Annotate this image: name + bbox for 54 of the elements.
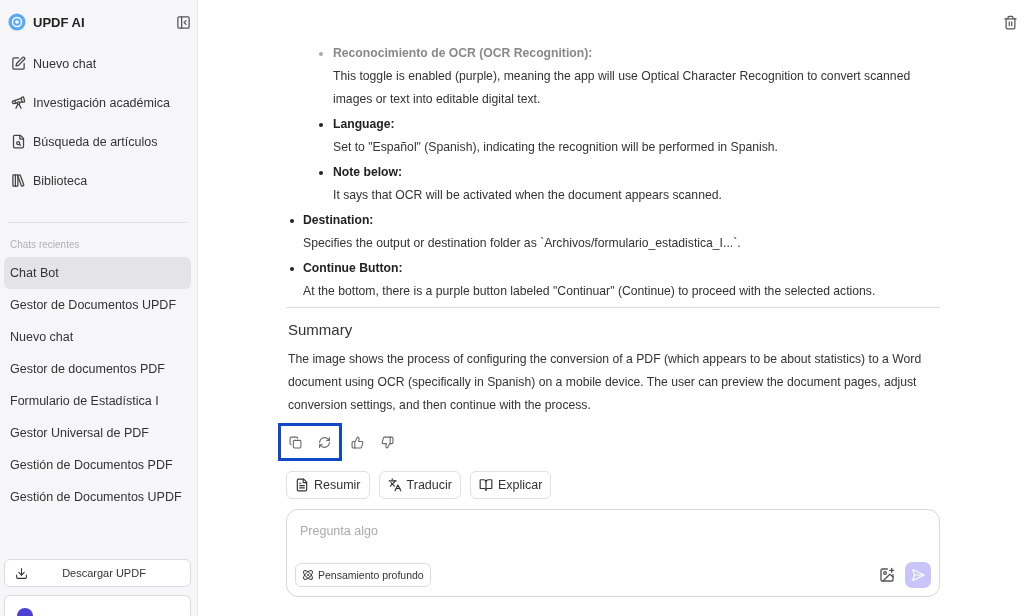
translate-icon <box>387 478 402 492</box>
chat-item[interactable]: Nuevo chat <box>4 321 191 353</box>
user-card[interactable] <box>4 595 191 616</box>
trash-icon[interactable] <box>1003 15 1018 30</box>
point-title: Reconocimiento de OCR (OCR Recognition): <box>333 45 594 62</box>
point-text: Specifies the output or destination folder as `Archivos/formulario_estadistica_I...`. <box>303 235 742 252</box>
nav-item[interactable]: Nuevo chat <box>4 44 191 83</box>
summary-heading: Summary <box>287 320 354 340</box>
telescope-icon <box>11 95 26 110</box>
chat-item[interactable]: Gestor de documentos PDF <box>4 353 191 385</box>
thumbs-down-icon <box>380 435 394 449</box>
chat-item[interactable]: Gestor Universal de PDF <box>4 417 191 449</box>
books-icon <box>11 173 26 188</box>
nav-item[interactable]: Biblioteca <box>4 161 191 200</box>
nav-item[interactable]: Búsqueda de artículos <box>4 122 191 161</box>
point-title: Language: <box>333 116 396 133</box>
chat-item[interactable]: Gestión de Documentos PDF <box>4 449 191 481</box>
translate-button[interactable]: Traducir <box>378 471 461 499</box>
point-title: Continue Button: <box>303 260 404 277</box>
section-label: Chats recientes <box>9 239 81 252</box>
brand-name: UPDF AI <box>33 14 86 30</box>
summary-text: The image shows the process of configuring the conversion of a PDF (which appears to be about statistics) to a Word document using OCR (specifically in Spanish) on a mobile device. The user can preview the document pages, adjust conversion settings, and then continue with the process. <box>287 351 923 414</box>
explain-button[interactable]: Explicar <box>469 471 552 499</box>
chat-item[interactable]: Gestión de Documentos UPDF <box>4 481 191 513</box>
point-text: At the bottom, there is a purple button labeled "Continuar" (Continue) to proceed with the selected actions. <box>303 283 877 300</box>
regenerate-button[interactable] <box>310 423 342 461</box>
copy-button[interactable] <box>278 423 310 461</box>
point-text: It says that OCR will be activated when the document appears scanned. <box>333 187 723 204</box>
download-button[interactable]: Descargar UPDF <box>4 559 191 587</box>
pen-icon <box>11 56 26 71</box>
collapse-sidebar-icon[interactable] <box>176 14 191 30</box>
chat-item[interactable]: Formulario de Estadística I <box>4 385 191 417</box>
point-text: This toggle is enabled (purple), meaning the app will use Optical Character Recognition to convert scanned images or text into editable digital text. <box>333 68 912 108</box>
summarize-button[interactable]: Resumir <box>286 471 370 499</box>
point-text: Set to "Español" (Spanish), indicating the recognition will be performed in Spanish. <box>333 139 779 156</box>
download-icon <box>15 566 28 580</box>
book-icon <box>478 478 493 492</box>
chat-item[interactable]: Gestor de Documentos UPDF <box>4 289 191 321</box>
avatar-icon <box>17 608 33 616</box>
copy-icon <box>289 435 302 449</box>
thumbs-up-icon <box>350 435 364 449</box>
image-upload-icon[interactable] <box>879 567 895 583</box>
send-icon <box>911 568 925 582</box>
nav-item[interactable]: Investigación académica <box>4 83 191 122</box>
logo-icon <box>8 13 26 31</box>
chat-item[interactable]: Chat Bot <box>4 257 191 289</box>
point-title: Destination: <box>303 212 375 229</box>
atom-icon <box>302 569 314 581</box>
message-composer[interactable]: Pregunta algo Pensamiento profundo <box>286 509 940 597</box>
refresh-icon <box>318 435 331 449</box>
deep-thinking-button[interactable]: Pensamiento profundo <box>295 563 431 587</box>
document-icon <box>295 478 309 492</box>
file-search-icon <box>11 134 26 149</box>
point-title: Note below: <box>333 164 404 181</box>
